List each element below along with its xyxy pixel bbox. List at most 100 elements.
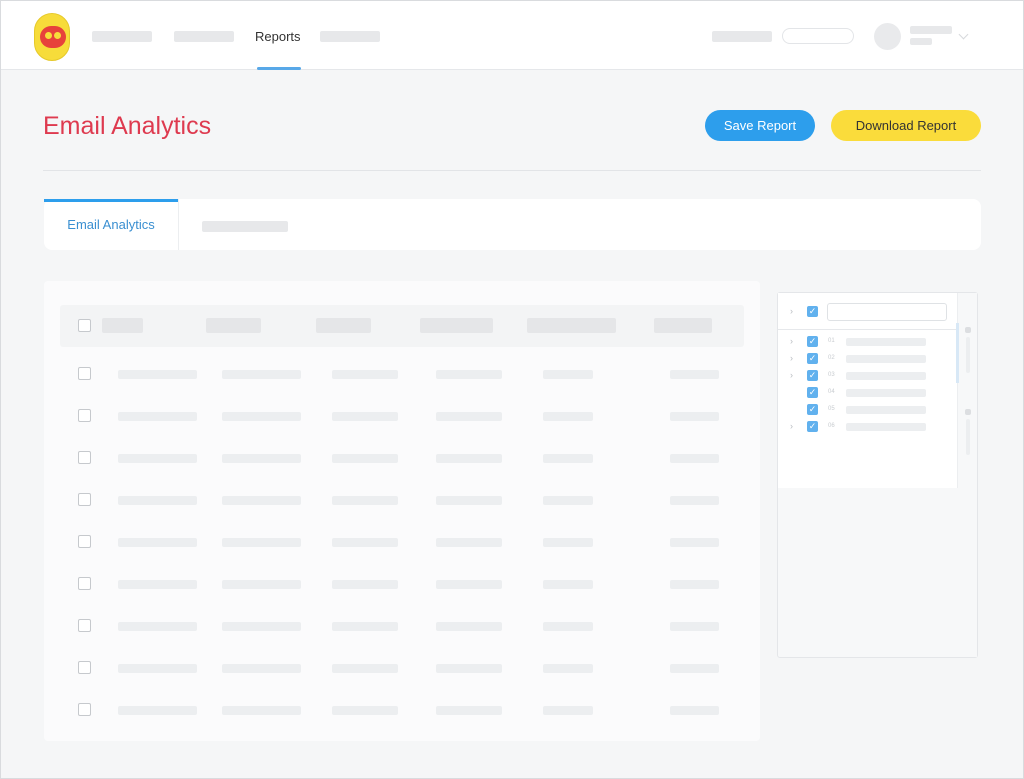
chevron-right-icon[interactable]: › xyxy=(790,370,793,381)
table-cell-placeholder xyxy=(118,454,197,463)
row-checkbox[interactable] xyxy=(78,409,91,422)
table-cell-placeholder xyxy=(332,538,398,547)
chevron-right-icon[interactable]: › xyxy=(790,353,793,364)
table-cell-placeholder xyxy=(332,454,398,463)
chevron-right-icon[interactable]: › xyxy=(790,306,793,317)
row-checkbox[interactable] xyxy=(78,535,91,548)
table-cell-placeholder xyxy=(543,412,593,421)
nav-item-placeholder-3[interactable] xyxy=(320,31,380,42)
table-cell-placeholder xyxy=(670,496,719,505)
row-checkbox[interactable] xyxy=(78,703,91,716)
tree-item-number: 03 xyxy=(828,372,835,378)
checkbox-icon[interactable]: ✓ xyxy=(807,370,818,381)
column-header[interactable] xyxy=(102,318,143,333)
tree-item-number: 06 xyxy=(828,423,835,429)
user-name-placeholder[interactable] xyxy=(910,26,952,34)
tree-item-label-placeholder[interactable] xyxy=(846,389,926,397)
top-nav: Reports xyxy=(0,0,1024,70)
table-cell-placeholder xyxy=(222,412,301,421)
tab-label: Email Analytics xyxy=(67,217,155,232)
table-cell-placeholder xyxy=(670,412,719,421)
table-cell-placeholder xyxy=(118,664,197,673)
table-cell-placeholder xyxy=(670,454,719,463)
select-all-checkbox[interactable] xyxy=(78,319,91,332)
table-cell-placeholder xyxy=(332,622,398,631)
table-cell-placeholder xyxy=(670,370,719,379)
tree-item-number: 01 xyxy=(828,338,835,344)
tree-item-label-placeholder[interactable] xyxy=(846,338,926,346)
column-header[interactable] xyxy=(654,318,712,333)
table-cell-placeholder xyxy=(332,664,398,673)
table-row[interactable] xyxy=(60,367,744,387)
table-row[interactable] xyxy=(60,451,744,471)
tree-item-label-placeholder[interactable] xyxy=(846,355,926,363)
table-cell-placeholder xyxy=(436,622,502,631)
tree-search-input[interactable] xyxy=(827,303,947,321)
checkbox-icon[interactable]: ✓ xyxy=(807,404,818,415)
data-table xyxy=(44,281,760,741)
table-row[interactable] xyxy=(60,577,744,597)
tree-item-number: 02 xyxy=(828,355,835,361)
table-row[interactable] xyxy=(60,619,744,639)
table-row[interactable] xyxy=(60,703,744,723)
table-cell-placeholder xyxy=(118,496,197,505)
tree-item-label-placeholder[interactable] xyxy=(846,372,926,380)
tree-item-label-placeholder[interactable] xyxy=(846,423,926,431)
table-cell-placeholder xyxy=(436,580,502,589)
table-cell-placeholder xyxy=(670,580,719,589)
checkbox-icon[interactable]: ✓ xyxy=(807,421,818,432)
column-tree-panel: › ✓ › ✓ 01 › ✓ 02 › ✓ 03 ✓ 04 ✓ 05 › ✓ 06 xyxy=(777,292,978,658)
row-checkbox[interactable] xyxy=(78,367,91,380)
row-checkbox[interactable] xyxy=(78,661,91,674)
table-cell-placeholder xyxy=(543,370,593,379)
checkbox-icon[interactable]: ✓ xyxy=(807,336,818,347)
avatar[interactable] xyxy=(874,23,901,50)
chevron-right-icon[interactable]: › xyxy=(790,336,793,347)
save-report-button[interactable]: Save Report xyxy=(705,110,815,141)
checkbox-icon[interactable]: ✓ xyxy=(807,306,818,317)
nav-right-placeholder[interactable] xyxy=(712,31,772,42)
chevron-down-icon[interactable] xyxy=(958,29,969,40)
rail-marker[interactable] xyxy=(965,327,971,333)
checkbox-icon[interactable]: ✓ xyxy=(807,387,818,398)
table-cell-placeholder xyxy=(543,706,593,715)
table-cell-placeholder xyxy=(118,370,197,379)
table-cell-placeholder xyxy=(670,706,719,715)
download-report-button[interactable]: Download Report xyxy=(831,110,981,141)
row-checkbox[interactable] xyxy=(78,619,91,632)
brand-logo-icon[interactable] xyxy=(34,13,70,61)
column-header[interactable] xyxy=(527,318,616,333)
table-cell-placeholder xyxy=(222,454,301,463)
column-header[interactable] xyxy=(316,318,371,333)
nav-item-placeholder-2[interactable] xyxy=(174,31,234,42)
row-checkbox[interactable] xyxy=(78,451,91,464)
tree-item-label-placeholder[interactable] xyxy=(846,406,926,414)
table-row[interactable] xyxy=(60,409,744,429)
table-cell-placeholder xyxy=(222,706,301,715)
tab-email-analytics[interactable]: Email Analytics xyxy=(44,199,179,250)
table-row[interactable] xyxy=(60,493,744,513)
nav-active-indicator xyxy=(257,67,301,70)
column-header[interactable] xyxy=(206,318,261,333)
rail-marker[interactable] xyxy=(965,409,971,415)
tab-placeholder[interactable] xyxy=(202,221,288,232)
tree-item-number: 05 xyxy=(828,406,835,412)
nav-item-reports[interactable]: Reports xyxy=(255,29,301,45)
table-row[interactable] xyxy=(60,535,744,555)
checkbox-icon[interactable]: ✓ xyxy=(807,353,818,364)
column-header[interactable] xyxy=(420,318,493,333)
row-checkbox[interactable] xyxy=(78,577,91,590)
table-cell-placeholder xyxy=(436,706,502,715)
search-input[interactable] xyxy=(782,28,854,44)
row-checkbox[interactable] xyxy=(78,493,91,506)
table-cell-placeholder xyxy=(222,664,301,673)
chevron-right-icon[interactable]: › xyxy=(790,421,793,432)
table-cell-placeholder xyxy=(332,496,398,505)
table-cell-placeholder xyxy=(332,580,398,589)
nav-item-placeholder-1[interactable] xyxy=(92,31,152,42)
table-row[interactable] xyxy=(60,661,744,681)
tree-side-rail xyxy=(959,293,977,657)
table-cell-placeholder xyxy=(222,622,301,631)
table-cell-placeholder xyxy=(543,664,593,673)
tab-active-indicator xyxy=(44,199,178,202)
